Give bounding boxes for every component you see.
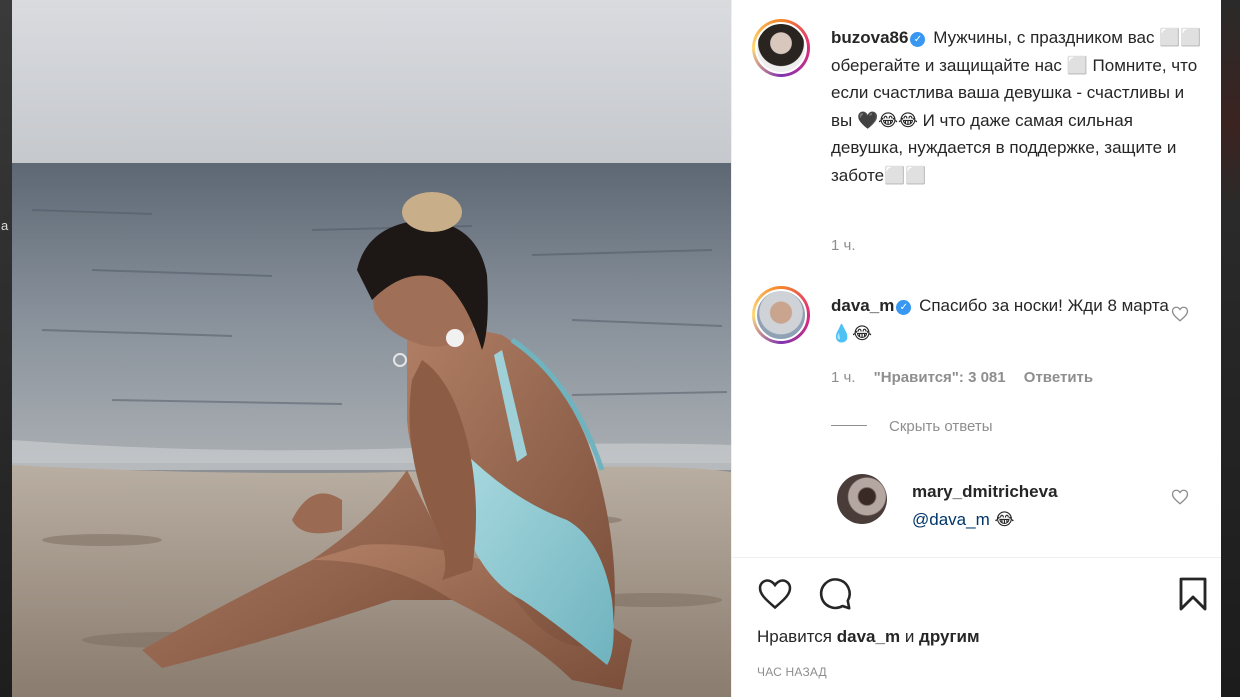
post-details-panel: buzova86 ✓ Мужчины, с праздником вас ⬜⬜ о… [731, 0, 1221, 697]
hide-replies-divider [831, 425, 867, 426]
likes-summary: Нравится dava_m и другим [757, 627, 980, 647]
post-caption: buzova86 ✓ Мужчины, с праздником вас ⬜⬜ о… [831, 24, 1203, 189]
caption-text: Мужчины, с праздником вас ⬜⬜ оберегайте … [831, 28, 1202, 185]
heart-icon[interactable] [756, 576, 794, 612]
backdrop-right [1220, 0, 1240, 697]
actions-divider [732, 557, 1221, 558]
reply-author-username[interactable]: mary_dmitricheva [912, 482, 1058, 501]
author-avatar[interactable] [752, 19, 810, 77]
verified-badge-icon: ✓ [910, 32, 926, 47]
post-author-username[interactable]: buzova86 [831, 28, 908, 47]
reply-button[interactable]: Ответить [1024, 369, 1093, 386]
likes-middle: и [904, 627, 915, 646]
comment-likes-count[interactable]: "Нравится": 3 081 [874, 369, 1006, 386]
comment-meta: 1 ч. "Нравится": 3 081 Ответить [831, 369, 1107, 386]
post-timestamp[interactable]: ЧАС НАЗАД [757, 665, 827, 679]
comment-icon[interactable] [816, 576, 854, 612]
beach-photo-illustration [12, 0, 731, 697]
caption-meta: 1 ч. [831, 237, 870, 254]
reply-emoji: 😂 [994, 510, 1015, 529]
hide-replies-label: Скрыть ответы [889, 418, 993, 435]
verified-badge-icon: ✓ [896, 300, 912, 315]
post-photo[interactable] [12, 0, 731, 697]
likes-prefix: Нравится [757, 627, 833, 646]
reply-author-avatar[interactable] [837, 474, 887, 524]
backdrop-left: a [0, 0, 12, 697]
comment-author-username[interactable]: dava_m [831, 296, 894, 315]
reply-body: mary_dmitricheva @dava_m 😂 [912, 478, 1162, 534]
commenter-avatar-image [755, 289, 807, 341]
hide-replies-button[interactable]: Скрыть ответы [831, 418, 993, 435]
comment-time[interactable]: 1 ч. [831, 369, 856, 386]
comment-body: dava_m ✓ Спасибо за носки! Жди 8 марта 💧😂 [831, 292, 1171, 348]
bookmark-icon[interactable] [1175, 575, 1211, 613]
author-avatar-image [755, 22, 807, 74]
reply-mention-link[interactable]: @dava_m [912, 510, 990, 529]
caption-time[interactable]: 1 ч. [831, 237, 856, 254]
reply-like-heart-icon[interactable] [1171, 488, 1189, 506]
likes-others-link[interactable]: другим [919, 627, 980, 646]
comment-like-heart-icon[interactable] [1171, 305, 1189, 323]
edge-glyph: a [1, 218, 9, 233]
commenter-avatar[interactable] [752, 286, 810, 344]
likes-user-link[interactable]: dava_m [837, 627, 900, 646]
